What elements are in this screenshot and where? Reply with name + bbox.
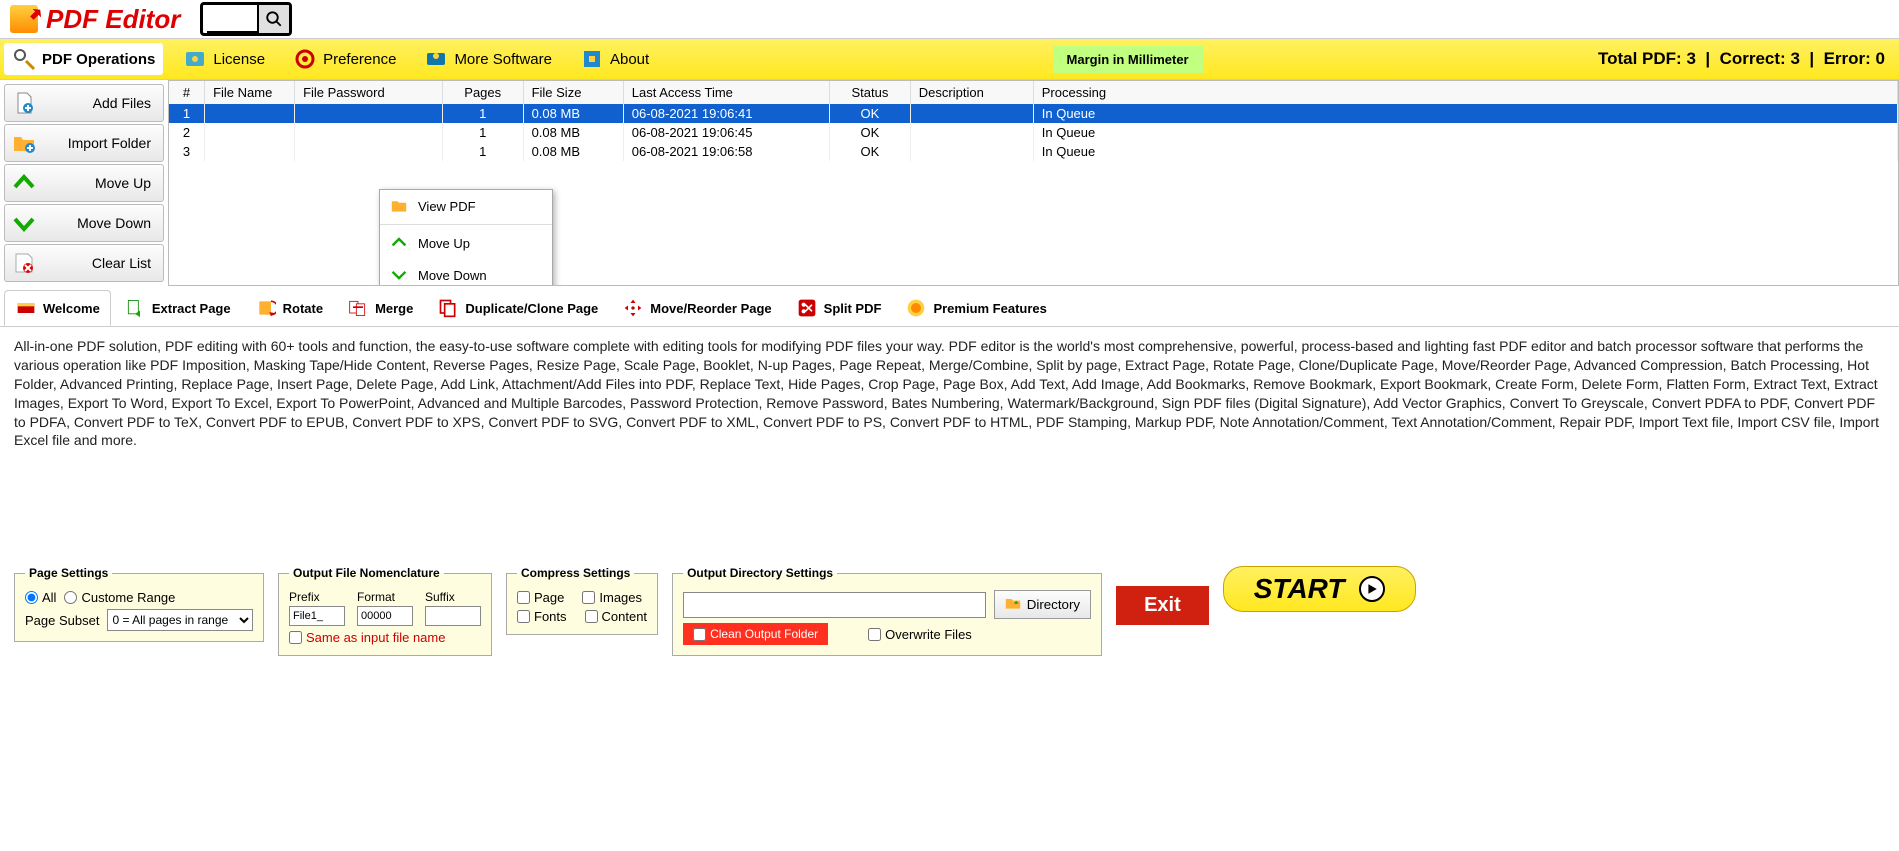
col-pages[interactable]: Pages — [442, 81, 523, 104]
ltab-duplicate[interactable]: Duplicate/Clone Page — [426, 290, 609, 326]
col-filename[interactable]: File Name — [205, 81, 295, 104]
col-num[interactable]: # — [169, 81, 205, 104]
col-status[interactable]: Status — [830, 81, 911, 104]
move-down-button[interactable]: Move Down — [4, 204, 164, 242]
ltab-welcome[interactable]: Welcome — [4, 290, 111, 326]
col-password[interactable]: File Password — [295, 81, 443, 104]
software-icon — [424, 47, 448, 71]
folder-plus-icon — [11, 130, 37, 156]
clean-output-check[interactable] — [693, 628, 706, 641]
about-icon — [580, 47, 604, 71]
clean-output-button[interactable]: Clean Output Folder — [683, 623, 828, 645]
page-subset-label: Page Subset — [25, 613, 99, 628]
tab-more-software[interactable]: More Software — [416, 43, 560, 75]
col-lastaccess[interactable]: Last Access Time — [623, 81, 829, 104]
ltab-move[interactable]: Move/Reorder Page — [611, 290, 782, 326]
ltab-rotate[interactable]: Rotate — [244, 290, 334, 326]
folder-icon — [390, 197, 408, 215]
gear-wrench-icon — [12, 47, 36, 71]
app-logo: PDF Editor — [10, 4, 180, 35]
tab-label: PDF Operations — [42, 51, 155, 68]
premium-icon — [905, 297, 927, 319]
ltab-split[interactable]: Split PDF — [785, 290, 893, 326]
compress-legend: Compress Settings — [517, 566, 634, 580]
table-row[interactable]: 110.08 MB06-08-2021 19:06:41OKIn Queue — [169, 104, 1898, 123]
tab-pdf-operations[interactable]: PDF Operations — [4, 43, 163, 75]
same-as-input-check[interactable]: Same as input file name — [289, 630, 445, 645]
arrow-down-icon — [11, 210, 37, 236]
col-description[interactable]: Description — [910, 81, 1033, 104]
output-dir-input[interactable] — [683, 592, 986, 618]
table-row[interactable]: 210.08 MB06-08-2021 19:06:45OKIn Queue — [169, 123, 1898, 142]
play-icon — [1359, 576, 1385, 602]
clear-list-button[interactable]: Clear List — [4, 244, 164, 282]
arrow-down-icon — [390, 266, 408, 284]
search-input[interactable] — [207, 5, 257, 33]
arrow-up-icon — [11, 170, 37, 196]
check-images[interactable]: Images — [582, 590, 642, 605]
clear-icon — [11, 250, 37, 276]
page-settings-legend: Page Settings — [25, 566, 112, 580]
margin-badge: Margin in Millimeter — [1053, 46, 1203, 73]
search-icon — [265, 10, 283, 28]
check-fonts[interactable]: Fonts — [517, 609, 567, 624]
search-button[interactable] — [257, 5, 289, 33]
page-subset-select[interactable]: 0 = All pages in range — [107, 609, 253, 631]
app-logo-icon — [10, 5, 38, 33]
add-files-button[interactable]: Add Files — [4, 84, 164, 122]
output-legend: Output Directory Settings — [683, 566, 837, 580]
radio-custom-range[interactable]: Custome Range — [64, 590, 175, 605]
move-icon — [622, 297, 644, 319]
license-icon — [183, 47, 207, 71]
nomenclature-legend: Output File Nomenclature — [289, 566, 444, 580]
overwrite-check[interactable]: Overwrite Files — [868, 627, 972, 642]
context-menu: View PDF Move Up Move Down Remove from l… — [379, 189, 553, 286]
tab-label: Preference — [323, 51, 396, 68]
import-folder-button[interactable]: Import Folder — [4, 124, 164, 162]
arrow-up-icon — [390, 234, 408, 252]
exit-button[interactable]: Exit — [1116, 586, 1209, 625]
format-input[interactable] — [357, 606, 413, 626]
col-processing[interactable]: Processing — [1033, 81, 1897, 104]
preference-icon — [293, 47, 317, 71]
tab-license[interactable]: License — [175, 43, 273, 75]
radio-all[interactable]: All — [25, 590, 56, 605]
tab-label: About — [610, 51, 649, 68]
split-icon — [796, 297, 818, 319]
ltab-merge[interactable]: Merge — [336, 290, 424, 326]
tab-preference[interactable]: Preference — [285, 43, 404, 75]
status-summary: Total PDF: 3 | Correct: 3 | Error: 0 — [1598, 49, 1895, 69]
tab-label: More Software — [454, 51, 552, 68]
start-button[interactable]: START — [1223, 566, 1416, 612]
ltab-extract[interactable]: Extract Page — [113, 290, 242, 326]
welcome-description: All-in-one PDF solution, PDF editing wit… — [0, 327, 1899, 460]
suffix-input[interactable] — [425, 606, 481, 626]
table-row[interactable]: 310.08 MB06-08-2021 19:06:58OKIn Queue — [169, 142, 1898, 161]
app-title: PDF Editor — [46, 4, 180, 35]
check-page[interactable]: Page — [517, 590, 564, 605]
directory-button[interactable]: Directory — [994, 590, 1091, 619]
extract-icon — [124, 297, 146, 319]
folder-up-icon — [1005, 595, 1021, 614]
search-box — [200, 2, 292, 36]
prefix-input[interactable] — [289, 606, 345, 626]
welcome-icon — [15, 297, 37, 319]
tab-about[interactable]: About — [572, 43, 657, 75]
cm-move-up[interactable]: Move Up — [380, 227, 552, 259]
rotate-icon — [255, 297, 277, 319]
ltab-premium[interactable]: Premium Features — [894, 290, 1057, 326]
tab-label: License — [213, 51, 265, 68]
duplicate-icon — [437, 297, 459, 319]
check-content[interactable]: Content — [585, 609, 648, 624]
merge-icon — [347, 297, 369, 319]
col-filesize[interactable]: File Size — [523, 81, 623, 104]
move-up-button[interactable]: Move Up — [4, 164, 164, 202]
table-header-row: # File Name File Password Pages File Siz… — [169, 81, 1898, 104]
cm-view-pdf[interactable]: View PDF — [380, 190, 552, 222]
file-table[interactable]: # File Name File Password Pages File Siz… — [168, 80, 1899, 286]
cm-move-down[interactable]: Move Down — [380, 259, 552, 286]
file-plus-icon — [11, 90, 37, 116]
